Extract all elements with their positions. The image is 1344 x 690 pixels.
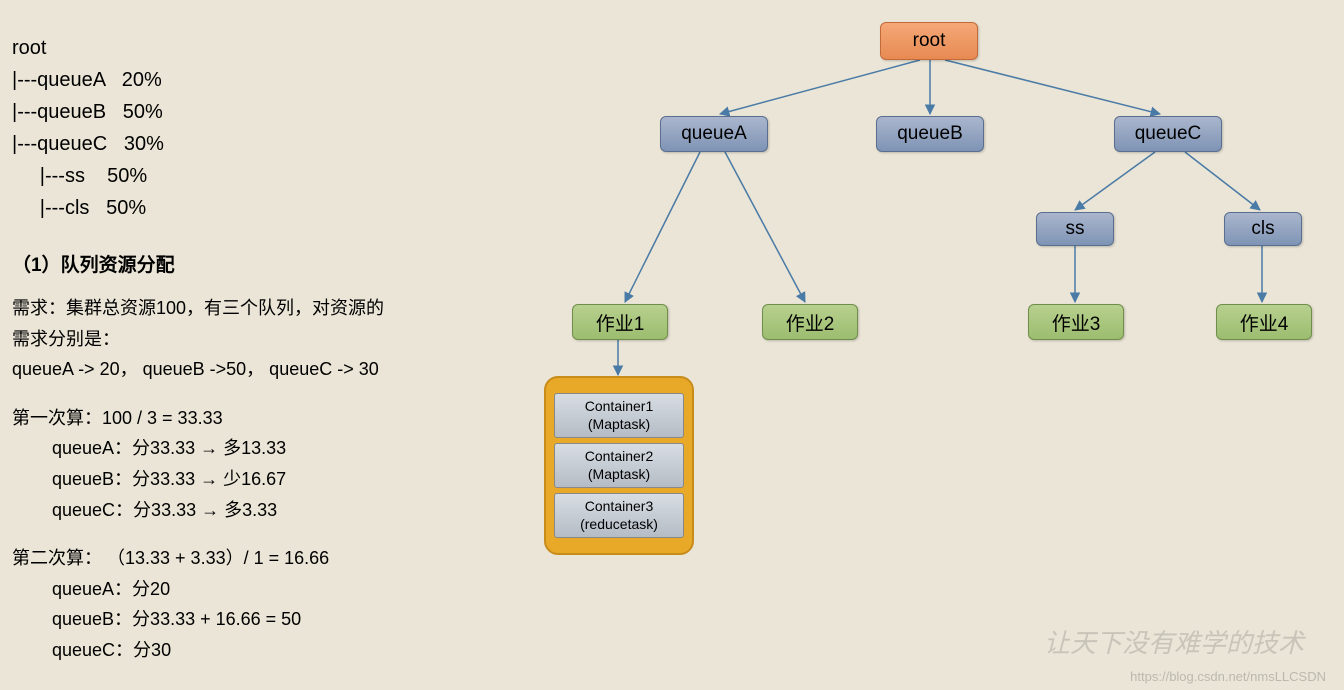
container3: Container3(reducetask) <box>554 493 684 538</box>
diagram-edges <box>500 0 1344 690</box>
node-ss: ss <box>1036 212 1114 246</box>
node-queueC: queueC <box>1114 116 1222 152</box>
calc2-text: 第二次算： （13.33 + 3.33）/ 1 = 16.66 queueA：分… <box>12 543 492 665</box>
watermark-url: https://blog.csdn.net/nmsLLCSDN <box>1130 669 1326 684</box>
container2: Container2(Maptask) <box>554 443 684 488</box>
node-job3: 作业3 <box>1028 304 1124 340</box>
section-title: （1）队列资源分配 <box>12 250 492 277</box>
node-job2: 作业2 <box>762 304 858 340</box>
queue-tree-text: root |---queueA 20% |---queueB 50% |---q… <box>12 0 492 224</box>
calc1-text: 第一次算：100 / 3 = 33.33 queueA：分33.33 → 多13… <box>12 403 492 525</box>
node-job1: 作业1 <box>572 304 668 340</box>
container-group: Container1(Maptask) Container2(Maptask) … <box>544 376 694 555</box>
node-cls: cls <box>1224 212 1302 246</box>
node-queueA: queueA <box>660 116 768 152</box>
node-queueB: queueB <box>876 116 984 152</box>
node-job4: 作业4 <box>1216 304 1312 340</box>
container1: Container1(Maptask) <box>554 393 684 438</box>
watermark-slogan: 让天下没有难学的技术 <box>1044 623 1304 660</box>
demand-text: 需求：集群总资源100，有三个队列，对资源的 需求分别是： queueA -> … <box>12 293 492 385</box>
tree-diagram: root queueA queueB queueC ss cls 作业1 作业2… <box>500 0 1344 690</box>
node-root: root <box>880 22 978 60</box>
